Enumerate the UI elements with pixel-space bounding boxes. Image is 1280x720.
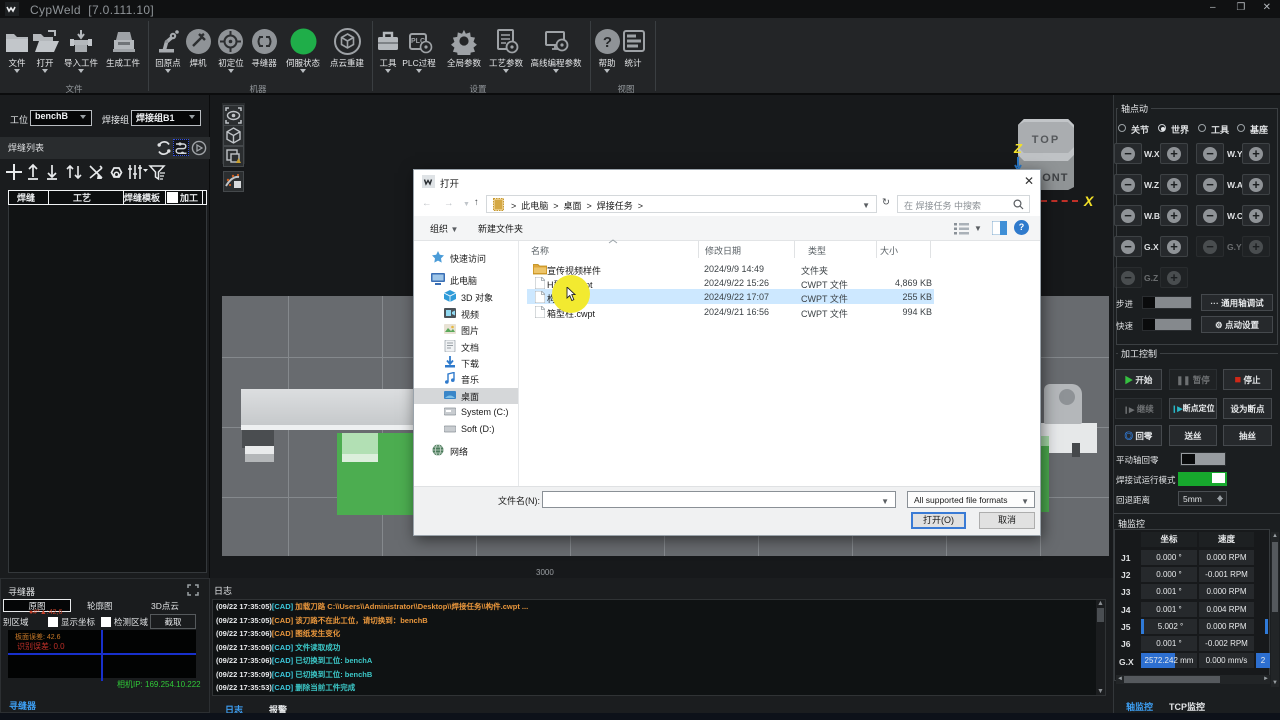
svg-text:?: ? — [603, 34, 612, 51]
svg-text:TOP: TOP — [1032, 134, 1060, 146]
